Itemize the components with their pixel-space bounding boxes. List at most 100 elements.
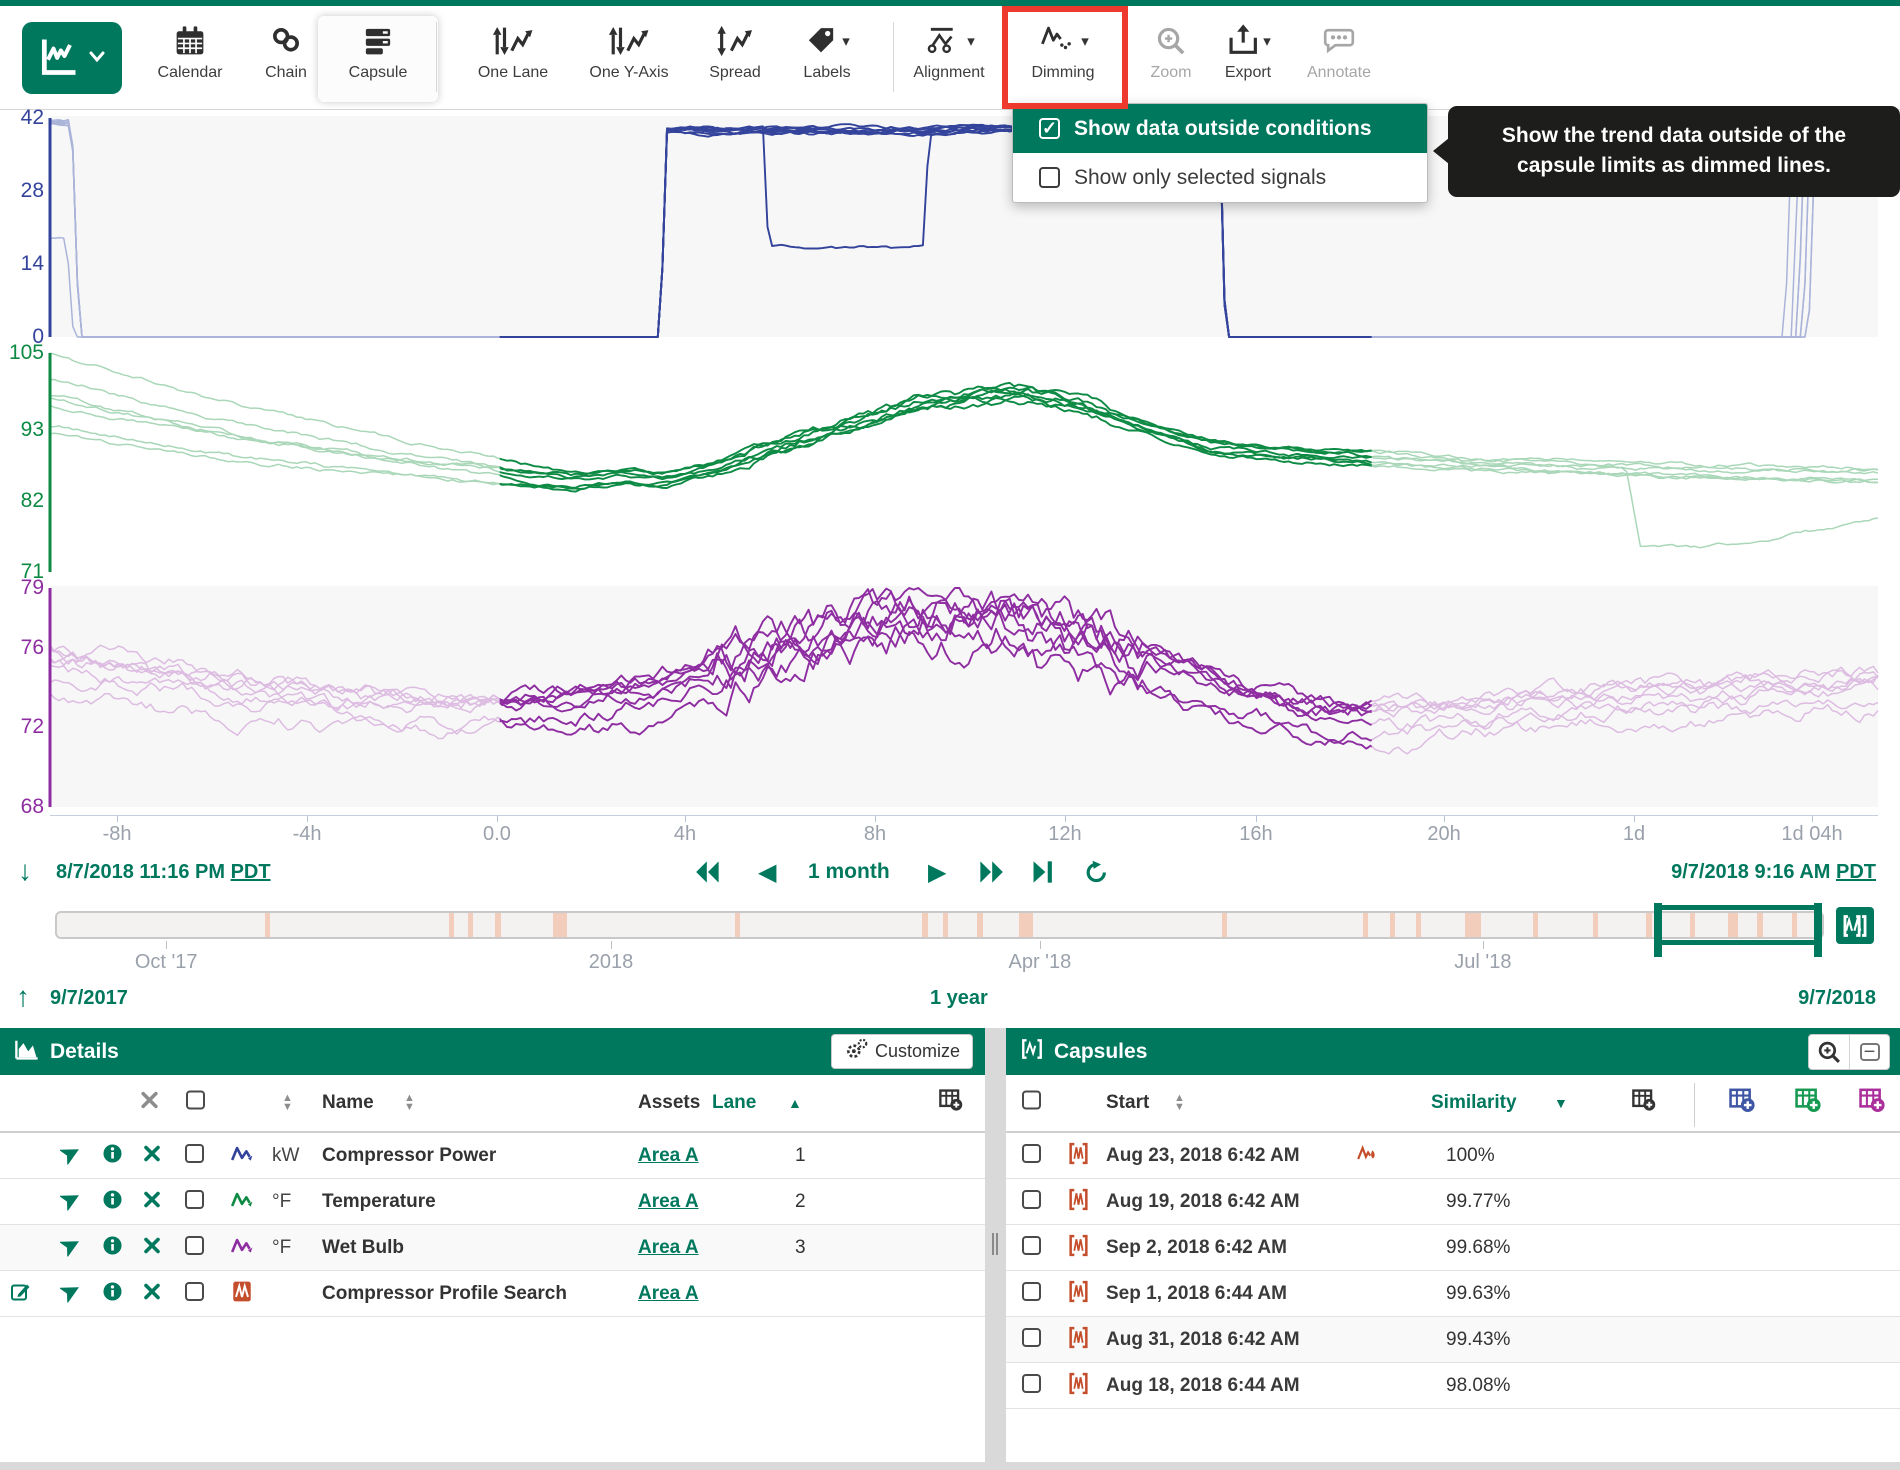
asset-link[interactable]: Area A <box>638 1191 699 1213</box>
step-forward-large-button[interactable] <box>976 857 1006 887</box>
rocket-icon[interactable] <box>60 1234 82 1261</box>
alignment-button[interactable]: ▾ Alignment <box>889 20 1009 82</box>
investigate-range-start[interactable]: 9/7/2017 <box>50 987 128 1010</box>
menu-item-show-only-selected-signals[interactable]: Show only selected signals <box>1013 153 1427 202</box>
scrubber-tick <box>166 941 167 949</box>
one-y-axis-button[interactable]: One Y-Axis <box>569 20 689 82</box>
capsule-row[interactable]: Aug 18, 2018 6:44 AM98.08% <box>1006 1363 1900 1409</box>
row-checkbox[interactable] <box>1022 1190 1041 1214</box>
column-header-similarity[interactable]: Similarity <box>1431 1092 1517 1114</box>
investigate-range-end[interactable]: 9/7/2018 <box>1798 987 1876 1010</box>
select-all-checkbox[interactable] <box>186 1091 205 1116</box>
refresh-button[interactable] <box>1083 857 1110 887</box>
row-checkbox[interactable] <box>1022 1282 1041 1306</box>
item-name[interactable]: Temperature <box>322 1191 436 1213</box>
details-row-temperature[interactable]: °FTemperatureArea A2 <box>0 1179 985 1225</box>
row-checkbox[interactable] <box>1022 1144 1041 1168</box>
dimming-button[interactable]: ▾ Dimming <box>1003 20 1123 82</box>
row-checkbox[interactable] <box>185 1144 204 1168</box>
column-header-start[interactable]: Start <box>1106 1092 1149 1114</box>
timeline-scrubber[interactable] <box>55 911 1824 939</box>
asset-link[interactable]: Area A <box>638 1237 699 1259</box>
add-column-button[interactable] <box>938 1088 964 1118</box>
selection-left-handle[interactable] <box>1654 903 1662 957</box>
step-back-large-button[interactable] <box>693 857 723 887</box>
item-name[interactable]: Wet Bulb <box>322 1237 404 1259</box>
sort-name-column[interactable]: ▲▼ <box>404 1094 415 1112</box>
rocket-icon[interactable] <box>60 1280 82 1307</box>
remove-icon[interactable] <box>143 1144 161 1167</box>
row-checkbox[interactable] <box>1022 1236 1041 1260</box>
menu-item-show-data-outside-conditions[interactable]: ✓ Show data outside conditions <box>1013 104 1427 153</box>
display-range-selection[interactable] <box>1658 905 1819 945</box>
details-row-compressor-power[interactable]: kWCompressor PowerArea A1 <box>0 1133 985 1179</box>
step-back-button[interactable]: ◀ <box>758 857 776 887</box>
one-lane-button[interactable]: One Lane <box>453 20 573 82</box>
trend-lane-wet-bulb[interactable]: 79767268 <box>0 580 1900 815</box>
display-range-end[interactable]: 9/7/2018 9:16 AM PDT <box>1671 861 1876 884</box>
panel-splitter[interactable] <box>985 1028 1006 1462</box>
capsule-row[interactable]: Sep 1, 2018 6:44 AM99.63% <box>1006 1271 1900 1317</box>
start-timezone-link[interactable]: PDT <box>231 861 271 883</box>
add-signal-column-green-button[interactable] <box>1794 1087 1822 1119</box>
step-to-end-button[interactable] <box>1030 857 1056 887</box>
capsule-row[interactable]: Aug 19, 2018 6:42 AM99.77% <box>1006 1179 1900 1225</box>
remove-icon[interactable] <box>143 1282 161 1305</box>
customize-button[interactable]: Customize <box>831 1034 973 1069</box>
labels-button[interactable]: ▾ Labels <box>767 20 887 82</box>
capsule-marker <box>977 913 983 939</box>
rocket-icon[interactable] <box>60 1188 82 1215</box>
capsule-row[interactable]: Aug 23, 2018 6:42 AM100% <box>1006 1133 1900 1179</box>
item-name[interactable]: Compressor Profile Search <box>322 1283 567 1305</box>
display-range-start[interactable]: 8/7/2018 11:16 PM PDT <box>56 861 271 884</box>
investigate-range-duration[interactable]: 1 year <box>930 987 988 1010</box>
row-checkbox[interactable] <box>1022 1374 1041 1398</box>
add-signal-column-magenta-button[interactable] <box>1858 1087 1886 1119</box>
add-signal-column-blue-button[interactable] <box>1728 1087 1756 1119</box>
info-icon[interactable] <box>102 1235 123 1261</box>
time-range-bar: ↓ 8/7/2018 11:16 PM PDT ◀ 1 month ▶ 9/7/… <box>0 849 1900 901</box>
info-icon[interactable] <box>102 1281 123 1307</box>
details-row-wet-bulb[interactable]: °FWet BulbArea A3 <box>0 1225 985 1271</box>
capsule-row[interactable]: Sep 2, 2018 6:42 AM99.68% <box>1006 1225 1900 1271</box>
zoom-to-capsule-button[interactable] <box>1809 1035 1849 1069</box>
trend-view-selector[interactable] <box>22 22 122 94</box>
capsule-row[interactable]: Aug 31, 2018 6:42 AM99.43% <box>1006 1317 1900 1363</box>
trend-svg-temperature[interactable] <box>0 345 1900 580</box>
end-datetime[interactable]: 9/7/2018 9:16 AM <box>1671 861 1830 883</box>
sort-icon-column[interactable]: ▲▼ <box>282 1094 293 1112</box>
rocket-icon[interactable] <box>60 1142 82 1169</box>
remove-all-icon[interactable] <box>140 1091 159 1116</box>
start-datetime[interactable]: 8/7/2018 11:16 PM <box>56 861 225 883</box>
step-forward-button[interactable]: ▶ <box>928 857 946 887</box>
capsule-time-button[interactable]: Capsule <box>318 16 438 102</box>
column-header-assets[interactable]: Assets <box>638 1092 700 1114</box>
trend-svg-wet-bulb[interactable] <box>0 580 1900 815</box>
x-axis-tick <box>1065 815 1066 822</box>
trend-lane-temperature[interactable]: 105938271 <box>0 345 1900 580</box>
end-timezone-link[interactable]: PDT <box>1836 861 1876 883</box>
row-checkbox[interactable] <box>1022 1328 1041 1352</box>
remove-icon[interactable] <box>143 1236 161 1259</box>
sort-start-column[interactable]: ▲▼ <box>1174 1094 1185 1112</box>
asset-link[interactable]: Area A <box>638 1283 699 1305</box>
collapse-panel-button[interactable]: − <box>1849 1035 1889 1069</box>
selection-right-handle[interactable] <box>1814 903 1822 957</box>
capsule-time-jump-button[interactable] <box>1836 907 1874 944</box>
item-name[interactable]: Compressor Power <box>322 1145 496 1167</box>
edit-icon[interactable] <box>10 1280 32 1307</box>
row-checkbox[interactable] <box>185 1190 204 1214</box>
details-row-compressor-profile-search[interactable]: Compressor Profile Search Area A <box>0 1271 985 1317</box>
column-header-name[interactable]: Name <box>322 1092 374 1114</box>
row-checkbox[interactable] <box>185 1282 204 1306</box>
column-header-lane[interactable]: Lane <box>712 1092 756 1114</box>
select-all-capsules-checkbox[interactable] <box>1022 1091 1041 1116</box>
duration-button[interactable]: 1 month <box>808 857 890 887</box>
tag-icon <box>804 22 838 61</box>
info-icon[interactable] <box>102 1143 123 1169</box>
row-checkbox[interactable] <box>185 1236 204 1260</box>
asset-link[interactable]: Area A <box>638 1145 699 1167</box>
add-capsule-column-button[interactable] <box>1631 1088 1657 1118</box>
remove-icon[interactable] <box>143 1190 161 1213</box>
info-icon[interactable] <box>102 1189 123 1215</box>
